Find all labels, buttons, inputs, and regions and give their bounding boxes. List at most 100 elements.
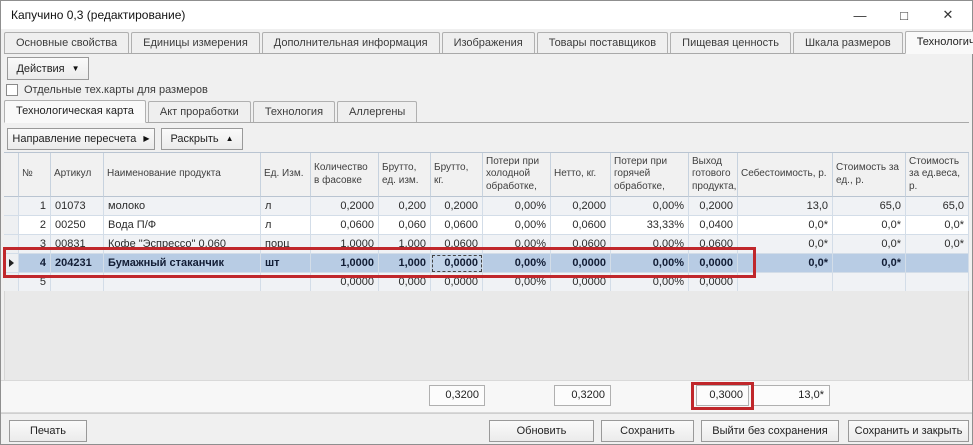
table-cell[interactable]: 0,00% (483, 216, 551, 235)
table-cell[interactable]: 0,2000 (311, 197, 379, 216)
table-cell[interactable]: л (261, 197, 311, 216)
separate-techcards-label: Отдельные тех.карты для размеров (24, 84, 208, 96)
table-cell[interactable]: 0,2000 (689, 197, 738, 216)
main-tab[interactable]: Основные свойства (4, 32, 129, 53)
column-header[interactable]: Брутто, ед. изм. (379, 153, 431, 197)
table-header-row: №АртикулНаименование продуктаЕд. Изм.Кол… (4, 153, 969, 197)
exit-without-saving-label: Выйти без сохранения (712, 425, 828, 437)
table-cell[interactable]: 0,0* (833, 216, 906, 235)
table-corner-cell (4, 153, 19, 197)
table-cell[interactable] (906, 254, 969, 273)
table-cell[interactable]: 0,0* (906, 216, 969, 235)
save-and-close-label: Сохранить и закрыть (855, 425, 963, 437)
window-controls: — □ ✕ (838, 1, 970, 29)
column-header[interactable]: Наименование продукта (104, 153, 261, 197)
main-tab[interactable]: Товары поставщиков (537, 32, 668, 53)
table-cell[interactable]: 33,33% (611, 216, 689, 235)
table-cell[interactable]: 0,200 (379, 197, 431, 216)
chevron-down-icon: ▼ (72, 65, 80, 73)
total-brutto-kg: 0,3200 (429, 385, 485, 406)
column-header[interactable]: Стоимость за ед., р. (833, 153, 906, 197)
save-and-close-button[interactable]: Сохранить и закрыть (848, 420, 969, 442)
table-row[interactable]: 200250Вода П/Фл0,06000,0600,06000,00%0,0… (4, 216, 969, 235)
table-cell[interactable]: 01073 (51, 197, 104, 216)
expand-button-label: Раскрыть (170, 133, 218, 145)
column-header[interactable]: Количество в фасовке (311, 153, 379, 197)
sub-tab[interactable]: Акт проработки (148, 101, 251, 122)
main-tab-strip: Основные свойстваЕдиницы измеренияДополн… (4, 31, 969, 54)
sub-tab[interactable]: Технологическая карта (4, 100, 146, 123)
arrow-right-icon: ▶ (143, 135, 149, 143)
row-selector[interactable] (4, 197, 19, 216)
main-tab[interactable]: Пищевая ценность (670, 32, 791, 53)
table-empty-area (4, 291, 969, 380)
table-cell[interactable]: 0,00% (611, 197, 689, 216)
table-cell[interactable]: 0,0600 (431, 216, 483, 235)
table-cell[interactable]: 0,0600 (311, 216, 379, 235)
table-cell[interactable]: 0,060 (379, 216, 431, 235)
row-highlight-annotation (3, 247, 756, 278)
main-tab[interactable]: Изображения (442, 32, 535, 53)
table-cell[interactable] (906, 273, 969, 292)
exit-without-saving-button[interactable]: Выйти без сохранения (701, 420, 839, 442)
total-netto-kg: 0,3200 (554, 385, 611, 406)
table-cell[interactable]: 0,2000 (431, 197, 483, 216)
main-tab[interactable]: Шкала размеров (793, 32, 903, 53)
actions-button[interactable]: Действия ▼ (7, 57, 89, 80)
column-header[interactable]: Себестоимость, р. (738, 153, 833, 197)
row-selector[interactable] (4, 216, 19, 235)
recalc-direction-label: Направление пересчета (12, 133, 136, 145)
minimize-button[interactable]: — (838, 1, 882, 29)
table-cell[interactable]: 65,0 (906, 197, 969, 216)
main-tab[interactable]: Дополнительная информация (262, 32, 440, 53)
table-cell[interactable]: 65,0 (833, 197, 906, 216)
table-cell[interactable]: 0,0* (833, 235, 906, 254)
arrow-up-icon: ▲ (226, 135, 234, 143)
main-tab[interactable]: Технологические карты * (905, 31, 973, 54)
table-cell[interactable]: 1 (19, 197, 51, 216)
column-header[interactable]: Потери при горячей обработке, (611, 153, 689, 197)
print-button-label: Печать (30, 425, 66, 437)
table-cell[interactable]: 00250 (51, 216, 104, 235)
column-header[interactable]: Ед. Изм. (261, 153, 311, 197)
column-header[interactable]: Выход готового продукта,... (689, 153, 738, 197)
expand-button[interactable]: Раскрыть ▲ (161, 128, 243, 150)
table-cell[interactable]: 0,0600 (551, 216, 611, 235)
table-cell[interactable]: 0,0* (738, 216, 833, 235)
recalc-direction-button[interactable]: Направление пересчета ▶ (7, 128, 155, 150)
main-tab[interactable]: Единицы измерения (131, 32, 260, 53)
table-cell[interactable]: 13,0 (738, 197, 833, 216)
column-header[interactable]: № (19, 153, 51, 197)
sub-tab-strip: Технологическая картаАкт проработкиТехно… (4, 100, 969, 123)
table-cell[interactable]: 2 (19, 216, 51, 235)
sub-tab[interactable]: Технология (253, 101, 335, 122)
column-header[interactable]: Стоимость за ед.веса, р. (906, 153, 969, 197)
column-header[interactable]: Артикул (51, 153, 104, 197)
window-title: Капучино 0,3 (редактирование) (11, 1, 185, 29)
column-header[interactable]: Потери при холодной обработке, (483, 153, 551, 197)
app-window: { "window": { "title": "Капучино 0,3 (ре… (0, 0, 973, 445)
save-button[interactable]: Сохранить (601, 420, 694, 442)
table-cell[interactable]: 0,00% (483, 197, 551, 216)
table-cell[interactable]: Вода П/Ф (104, 216, 261, 235)
print-button[interactable]: Печать (9, 420, 87, 442)
close-button[interactable]: ✕ (926, 1, 970, 29)
refresh-button-label: Обновить (517, 425, 567, 437)
total-output: 0,3000 (696, 385, 749, 406)
column-header[interactable]: Нетто, кг. (551, 153, 611, 197)
table-row[interactable]: 101073молокол0,20000,2000,20000,00%0,200… (4, 197, 969, 216)
column-header[interactable]: Брутто, кг. (431, 153, 483, 197)
table-cell[interactable]: л (261, 216, 311, 235)
save-button-label: Сохранить (620, 425, 675, 437)
table-cell[interactable]: 0,0* (833, 254, 906, 273)
separate-techcards-checkbox[interactable] (6, 84, 18, 96)
refresh-button[interactable]: Обновить (489, 420, 594, 442)
table-cell[interactable]: молоко (104, 197, 261, 216)
title-bar: Капучино 0,3 (редактирование) — □ ✕ (1, 1, 972, 29)
maximize-button[interactable]: □ (882, 1, 926, 29)
table-cell[interactable]: 0,0400 (689, 216, 738, 235)
table-cell[interactable] (833, 273, 906, 292)
sub-tab[interactable]: Аллергены (337, 101, 417, 122)
table-cell[interactable]: 0,0* (906, 235, 969, 254)
table-cell[interactable]: 0,2000 (551, 197, 611, 216)
